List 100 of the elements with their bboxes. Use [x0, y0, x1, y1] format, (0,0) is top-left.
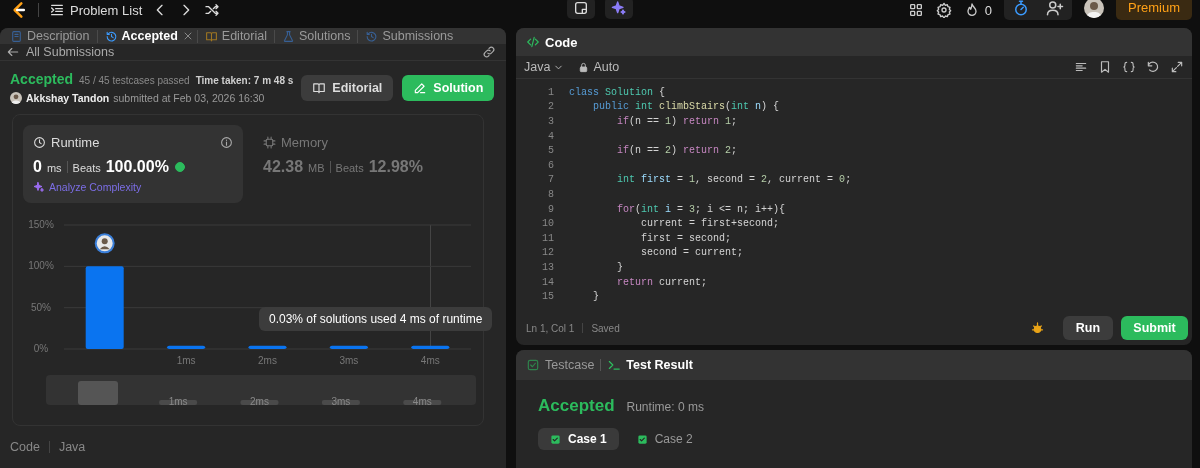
tab[interactable]: Editorial: [200, 29, 271, 43]
code-line: if(n == 1) return 1;: [616, 116, 738, 127]
tab[interactable]: Description: [6, 29, 94, 43]
line-number: 5: [547, 145, 555, 157]
bookmark-icon[interactable]: [1098, 60, 1112, 74]
runtime-text: Runtime: 0 ms: [626, 400, 704, 414]
code-line: return current;: [616, 276, 708, 288]
chip-icon: [263, 136, 276, 149]
code-line: public int climbStairs(int n) {: [592, 101, 780, 113]
info-icon[interactable]: [220, 136, 233, 149]
stat-card[interactable]: Memory 42.38 MB Beats 12.98%: [253, 125, 473, 203]
navigator-label: 3ms: [321, 396, 360, 407]
line-number: 2: [547, 101, 555, 113]
navigator-handle[interactable]: [78, 381, 118, 405]
axis-label: 4ms: [420, 355, 440, 366]
bar[interactable]: [167, 345, 206, 349]
tab[interactable]: Submissions: [361, 29, 458, 43]
list-icon: [49, 2, 65, 18]
code-line: for(int i = 3; i <= n; i++){: [616, 203, 786, 215]
axis-label: 50%: [31, 301, 51, 313]
beats-label: Beats: [335, 162, 364, 174]
line-number: 10: [541, 218, 555, 230]
status-text: Accepted: [10, 71, 74, 87]
axis-label: 100%: [28, 260, 54, 272]
avatar: [94, 233, 115, 254]
axis-label: 3ms: [339, 355, 359, 366]
sparkle-icon: [611, 0, 627, 16]
grid-icon[interactable]: [907, 2, 924, 18]
debug-icon[interactable]: [1030, 320, 1045, 336]
axis-label: 1ms: [176, 355, 196, 366]
cursor-position: Ln 1, Col 1: [526, 322, 575, 334]
line-number: 4: [547, 130, 555, 142]
edit-icon: [413, 80, 428, 95]
line-number: 13: [541, 261, 555, 273]
editorial-button[interactable]: Editorial: [301, 74, 394, 101]
navigator-label: 2ms: [240, 396, 279, 407]
navigator-label: 1ms: [159, 396, 198, 407]
ai-button[interactable]: [605, 0, 633, 19]
line-number: 14: [541, 276, 555, 288]
line-number: 12: [541, 247, 555, 259]
sparkle-icon: [33, 181, 45, 193]
streak-counter[interactable]: 0: [963, 2, 992, 18]
tab[interactable]: Testcase: [526, 358, 595, 372]
code-line: class Solution {: [569, 86, 666, 98]
axis-label: 0%: [33, 343, 49, 354]
tab[interactable]: Accepted: [100, 29, 182, 43]
run-button[interactable]: Run: [1063, 316, 1113, 340]
language-dropdown[interactable]: Java: [524, 60, 565, 74]
author-name[interactable]: Akkshay Tandon: [26, 92, 110, 104]
submission-date: submitted at Feb 03, 2026 16:30: [113, 92, 265, 104]
settings-icon[interactable]: [935, 2, 952, 18]
expand-icon[interactable]: [1170, 60, 1184, 74]
beats-label: Beats: [72, 162, 101, 174]
note-icon: [573, 0, 589, 16]
problem-list-button[interactable]: Problem List: [49, 2, 143, 18]
history-icon: [104, 29, 118, 43]
avatar[interactable]: [1084, 0, 1104, 18]
stat-card[interactable]: Runtime 0 ms Beats 100.00% Analyze Complexity: [23, 125, 243, 203]
section-title: Code: [10, 440, 40, 454]
bar[interactable]: [248, 345, 287, 349]
case-tab[interactable]: Case 2: [624, 428, 705, 450]
book-icon: [204, 29, 218, 43]
mode-label: Auto: [593, 60, 620, 74]
flask-icon: [282, 29, 295, 43]
link-icon[interactable]: [482, 45, 496, 59]
save-status: Saved: [591, 322, 620, 334]
tab[interactable]: Test Result: [607, 358, 693, 372]
line-number: 1: [547, 86, 555, 98]
bar[interactable]: [411, 345, 450, 349]
line-number: 9: [547, 203, 555, 215]
stat-unit: ms: [46, 162, 62, 174]
language-label: Java: [58, 440, 86, 454]
undo-icon[interactable]: [1146, 60, 1160, 74]
bar[interactable]: [329, 345, 368, 349]
back-link[interactable]: All Submissions: [6, 45, 115, 59]
beats-value: 100.00%: [105, 158, 169, 176]
code-line: }: [616, 261, 623, 273]
code-line: current = first+second;: [640, 218, 780, 230]
notes-button[interactable]: [567, 0, 595, 19]
code-icon: [526, 35, 540, 49]
case-tab[interactable]: Case 1: [538, 428, 619, 450]
tab[interactable]: Solutions: [278, 29, 355, 43]
document-icon: [10, 29, 23, 43]
chart-tooltip: 0.03% of solutions used 4 ms of runtime: [259, 307, 493, 331]
stat-value: 42.38: [263, 158, 304, 176]
book-icon: [312, 80, 327, 95]
axis-label: 2ms: [258, 355, 277, 366]
status-text: Accepted: [538, 396, 615, 416]
line-number: 11: [541, 232, 555, 244]
checkbox-icon: [526, 358, 540, 372]
format-icon[interactable]: [1074, 60, 1088, 74]
shuffle-icon[interactable]: [204, 2, 221, 18]
bar[interactable]: [85, 266, 124, 349]
lock-icon: [578, 61, 590, 73]
premium-button[interactable]: Premium: [1116, 0, 1192, 20]
code-line: second = current;: [640, 247, 744, 259]
stat-label: Runtime: [51, 135, 100, 150]
code-line: if(n == 2) return 2;: [616, 145, 738, 157]
braces-icon[interactable]: [1122, 60, 1136, 74]
axis-label: 150%: [28, 219, 54, 230]
